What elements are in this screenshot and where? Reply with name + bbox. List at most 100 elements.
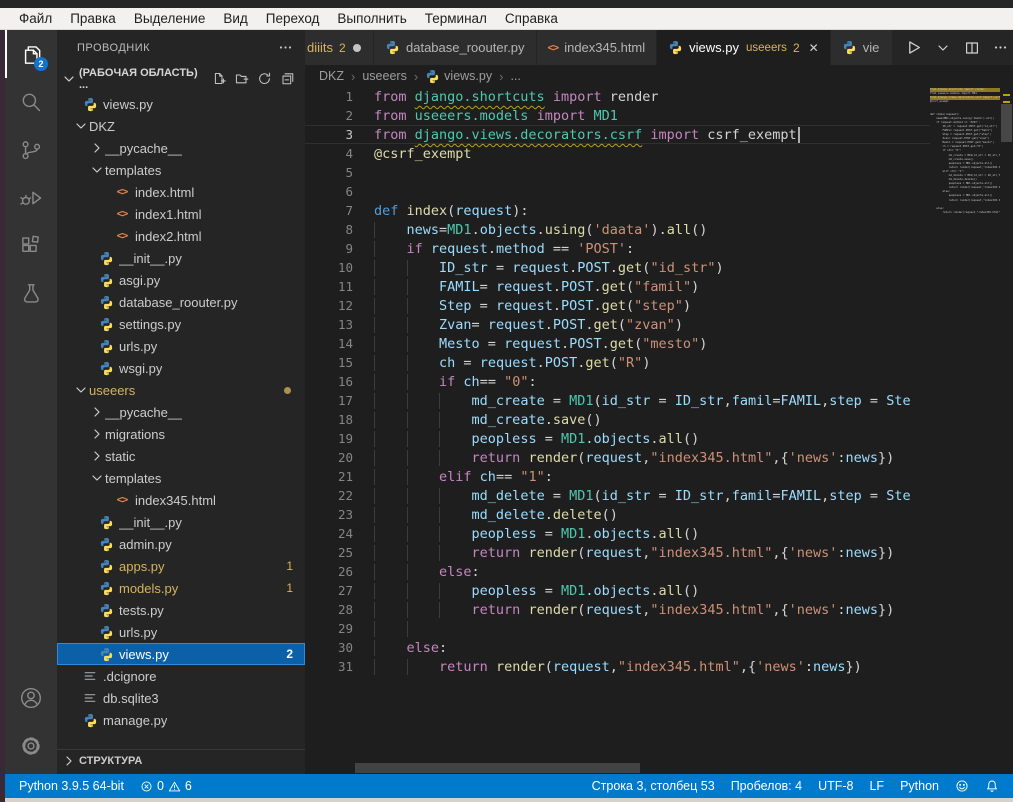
tab-vie[interactable]: vie <box>831 30 892 65</box>
menu-item-терминал[interactable]: Терминал <box>416 11 496 26</box>
new-file-icon[interactable] <box>211 71 226 86</box>
code-line[interactable]: 14 Mesto = request.POST.get("mesto") <box>305 334 930 353</box>
code-line[interactable]: 22 md_delete = MD1(id_str = ID_str,famil… <box>305 486 930 505</box>
tree-item[interactable]: <>index2.html <box>57 225 305 247</box>
code-line[interactable]: 6 <box>305 182 930 201</box>
code-line[interactable]: 26 else: <box>305 562 930 581</box>
tree-item[interactable]: __init__.py <box>57 247 305 269</box>
tree-item[interactable]: .dcignore <box>57 665 305 687</box>
tree-item[interactable]: views.py2 <box>57 643 305 665</box>
code-line[interactable]: 3from django.views.decorators.csrf impor… <box>305 125 930 144</box>
tree-item[interactable]: <>index1.html <box>57 203 305 225</box>
status-feedback-smiley-icon[interactable] <box>947 774 977 798</box>
breadcrumb-item[interactable]: DKZ <box>319 69 344 83</box>
code-editor[interactable]: 1from django.shortcuts import render2fro… <box>305 87 930 762</box>
tree-item[interactable]: settings.py <box>57 313 305 335</box>
code-line[interactable]: 2from useeers.models import MD1 <box>305 106 930 125</box>
breadcrumb-item[interactable]: useeers <box>362 69 406 83</box>
tree-item[interactable]: templates <box>57 159 305 181</box>
tree-item[interactable]: __pycache__ <box>57 137 305 159</box>
code-line[interactable]: 23 md_delete.delete() <box>305 505 930 524</box>
tree-item[interactable]: migrations <box>57 423 305 445</box>
tree-item[interactable]: manage.py <box>57 709 305 731</box>
refresh-icon[interactable] <box>257 71 272 86</box>
status-python-interpreter[interactable]: Python 3.9.5 64-bit <box>11 774 132 798</box>
code-line[interactable]: 9 if request.method == 'POST': <box>305 239 930 258</box>
collapse-all-icon[interactable] <box>280 71 295 86</box>
tree-item[interactable]: asgi.py <box>57 269 305 291</box>
menu-item-выделение[interactable]: Выделение <box>125 11 215 26</box>
status-bell-icon[interactable] <box>977 774 1007 798</box>
code-line[interactable]: 13 Zvan= request.POST.get("zvan") <box>305 315 930 334</box>
status-encoding[interactable]: UTF-8 <box>810 774 861 798</box>
tree-item[interactable]: urls.py <box>57 621 305 643</box>
menu-item-справка[interactable]: Справка <box>496 11 567 26</box>
activity-files-icon[interactable]: 2 <box>5 30 57 78</box>
menu-item-выполнить[interactable]: Выполнить <box>328 11 415 26</box>
workspace-section-header[interactable]: (РАБОЧАЯ ОБЛАСТЬ) ... <box>57 65 305 92</box>
code-line[interactable]: 24 peopless = MD1.objects.all() <box>305 524 930 543</box>
tree-item[interactable]: <>index.html <box>57 181 305 203</box>
code-line[interactable]: 12 Step = request.POST.get("step") <box>305 296 930 315</box>
status-cursor-position[interactable]: Строка 3, столбец 53 <box>584 774 723 798</box>
code-line[interactable]: 17 md_create = MD1(id_str = ID_str,famil… <box>305 391 930 410</box>
code-line[interactable]: 11 FAMIL= request.POST.get("famil") <box>305 277 930 296</box>
breadcrumb-item[interactable]: ... <box>510 69 520 83</box>
activity-account-icon[interactable] <box>5 674 57 722</box>
tab-index345-html[interactable]: <>index345.html <box>537 30 657 65</box>
status-language-mode[interactable]: Python <box>892 774 947 798</box>
code-line[interactable]: 29 <box>305 619 930 638</box>
tree-item[interactable]: static <box>57 445 305 467</box>
more-icon[interactable] <box>993 40 1008 55</box>
menu-item-переход[interactable]: Переход <box>257 11 329 26</box>
code-line[interactable]: 1from django.shortcuts import render <box>305 87 930 106</box>
tab-database_roouter-py[interactable]: database_roouter.py <box>374 30 536 65</box>
chevron-down-icon[interactable] <box>935 40 951 56</box>
code-line[interactable]: 15 ch = request.POST.get("R") <box>305 353 930 372</box>
code-line[interactable]: 7def index(request): <box>305 201 930 220</box>
activity-testing-icon[interactable] <box>5 270 57 318</box>
breadcrumb[interactable]: DKZ›useeers›views.py›... <box>305 65 1013 87</box>
more-icon[interactable] <box>278 40 293 55</box>
tree-item[interactable]: admin.py <box>57 533 305 555</box>
tree-item[interactable]: urls.py <box>57 335 305 357</box>
activity-settings-gear-icon[interactable] <box>5 722 57 770</box>
tree-item[interactable]: tests.py <box>57 599 305 621</box>
status-indentation[interactable]: Пробелов: 4 <box>723 774 810 798</box>
code-line[interactable]: 28 return render(request,"index345.html"… <box>305 600 930 619</box>
activity-source-control-icon[interactable] <box>5 126 57 174</box>
activity-run-debug-icon[interactable] <box>5 174 57 222</box>
tree-item[interactable]: apps.py1 <box>57 555 305 577</box>
breadcrumb-item[interactable]: views.py <box>425 69 492 84</box>
minimap[interactable]: from django.shortcuts import renderfrom … <box>930 88 1000 228</box>
activity-extensions-icon[interactable] <box>5 222 57 270</box>
tree-item[interactable]: views.py <box>57 93 305 115</box>
tree-item[interactable]: db.sqlite3 <box>57 687 305 709</box>
close-icon[interactable]: ✕ <box>809 40 819 55</box>
vertical-scrollbar-thumb[interactable] <box>1001 104 1012 142</box>
menu-item-правка[interactable]: Правка <box>61 11 125 26</box>
new-folder-icon[interactable] <box>234 71 249 86</box>
code-line[interactable]: 8 news=MD1.objects.using('daata').all() <box>305 220 930 239</box>
activity-search-icon[interactable] <box>5 78 57 126</box>
code-line[interactable]: 10 ID_str = request.POST.get("id_str") <box>305 258 930 277</box>
tree-item[interactable]: database_roouter.py <box>57 291 305 313</box>
code-line[interactable]: 27 peopless = MD1.objects.all() <box>305 581 930 600</box>
menu-item-вид[interactable]: Вид <box>214 11 256 26</box>
code-line[interactable]: 20 return render(request,"index345.html"… <box>305 448 930 467</box>
code-line[interactable]: 4@csrf_exempt <box>305 144 930 163</box>
tree-item[interactable]: __init__.py <box>57 511 305 533</box>
code-line[interactable]: 19 peopless = MD1.objects.all() <box>305 429 930 448</box>
tree-item[interactable]: __pycache__ <box>57 401 305 423</box>
code-line[interactable]: 30 else: <box>305 638 930 657</box>
code-line[interactable]: 16 if ch== "0": <box>305 372 930 391</box>
code-line[interactable]: 5 <box>305 163 930 182</box>
code-line[interactable]: 21 elif ch== "1": <box>305 467 930 486</box>
code-line[interactable]: 31 return render(request,"index345.html"… <box>305 657 930 676</box>
status-eol[interactable]: LF <box>861 774 892 798</box>
tree-item[interactable]: models.py1 <box>57 577 305 599</box>
tree-item[interactable]: useeers <box>57 379 305 401</box>
code-line[interactable]: 25 return render(request,"index345.html"… <box>305 543 930 562</box>
code-line[interactable]: 18 md_create.save() <box>305 410 930 429</box>
tree-item[interactable]: templates <box>57 467 305 489</box>
